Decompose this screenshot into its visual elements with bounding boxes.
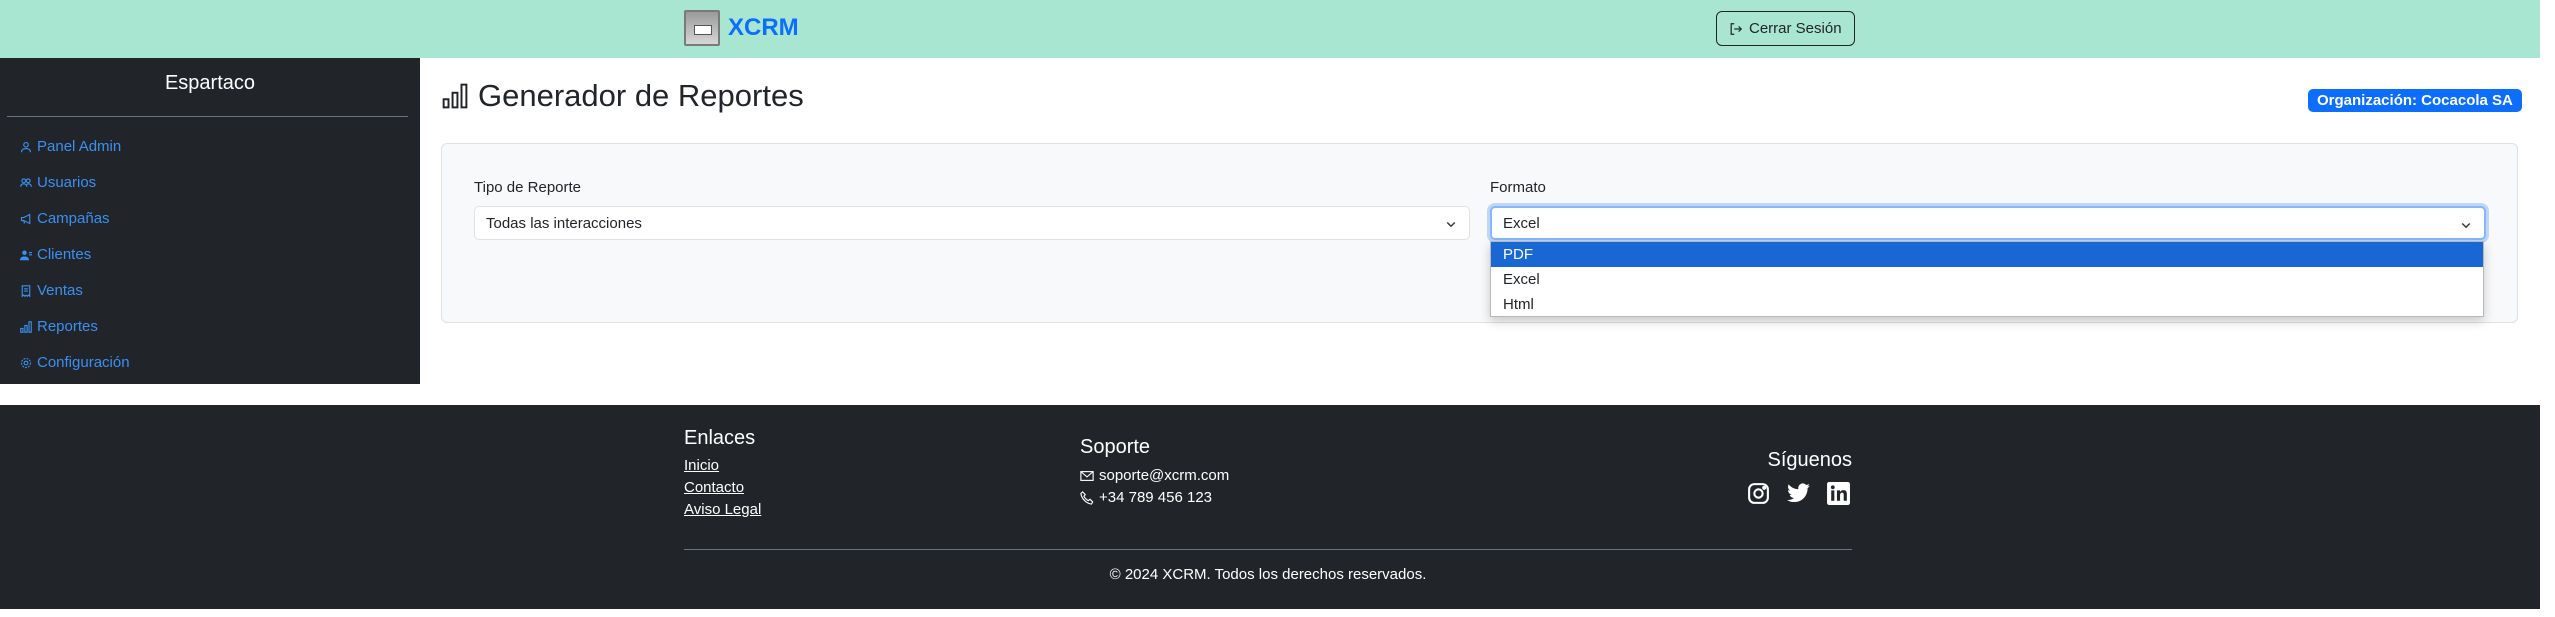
format-value: Excel [1503, 214, 1540, 232]
people-icon [20, 177, 32, 187]
brand-logo-icon [684, 10, 720, 46]
footer-link-inicio[interactable]: Inicio [684, 457, 719, 474]
footer-copyright: © 2024 XCRM. Todos los derechos reservad… [1109, 566, 1427, 583]
linkedin-icon[interactable] [1826, 481, 1851, 506]
footer-phone-text: +34 789 456 123 [1099, 489, 1213, 506]
sidebar-item-label: Panel Admin [37, 138, 122, 155]
megaphone-icon [20, 213, 31, 224]
footer-social-heading: Síguenos [1767, 449, 1852, 471]
page-header: Generador de Reportes [442, 78, 804, 114]
report-type-label: Tipo de Reporte [474, 179, 582, 196]
social-icons [1746, 481, 1851, 506]
footer-support-heading: Soporte [1080, 436, 1151, 458]
format-select[interactable]: Excel [1490, 206, 2486, 240]
sidebar-divider [7, 116, 408, 117]
sidebar-item-label: Reportes [37, 318, 98, 335]
bar-chart-icon [20, 320, 32, 333]
brand[interactable]: XCRM [684, 10, 799, 46]
sidebar-item-usuarios[interactable]: Usuarios [20, 174, 96, 191]
chevron-down-icon [2461, 222, 2471, 229]
page-title: Generador de Reportes [478, 78, 804, 113]
sidebar-item-label: Clientes [37, 246, 92, 263]
twitter-icon[interactable] [1786, 481, 1811, 506]
chevron-down-icon [1446, 221, 1456, 228]
sidebar-item-label: Usuarios [37, 174, 97, 191]
organization-badge: Organización: Cocacola SA [2308, 89, 2522, 112]
logout-button[interactable]: Cerrar Sesión [1716, 11, 1855, 46]
format-option-html[interactable]: Html [1491, 292, 2483, 317]
sidebar-item-campanas[interactable]: Campañas [20, 210, 110, 227]
brand-name: XCRM [728, 14, 799, 41]
gear-icon [20, 357, 32, 368]
top-navbar: XCRM Cerrar Sesión [0, 0, 2540, 58]
logout-icon [1730, 22, 1743, 35]
footer-phone: +34 789 456 123 [1080, 489, 1212, 506]
footer-link-aviso-legal[interactable]: Aviso Legal [684, 501, 761, 518]
sidebar-item-label: Ventas [37, 282, 83, 299]
sidebar-item-configuracion[interactable]: Configuración [20, 354, 130, 371]
format-option-excel[interactable]: Excel [1491, 267, 2483, 292]
envelope-icon [1080, 470, 1094, 481]
footer-divider [684, 549, 1852, 550]
instagram-icon[interactable] [1746, 481, 1771, 506]
sidebar-item-clientes[interactable]: Clientes [20, 246, 91, 263]
sidebar-item-panel-admin[interactable]: Panel Admin [20, 138, 121, 155]
page: XCRM Cerrar Sesión Espartaco Panel Admin… [0, 0, 2555, 617]
format-dropdown-list: PDF Excel Html [1490, 241, 2484, 317]
footer-email-text: soporte@xcrm.com [1099, 467, 1230, 484]
format-option-pdf[interactable]: PDF [1491, 242, 2483, 267]
format-label: Formato [1490, 179, 1546, 196]
footer: Enlaces Inicio Contacto Aviso Legal Sopo… [0, 405, 2540, 609]
footer-email: soporte@xcrm.com [1080, 467, 1229, 484]
footer-links-heading: Enlaces [684, 427, 756, 449]
sidebar-item-label: Campañas [37, 210, 110, 227]
receipt-icon [21, 284, 31, 297]
footer-link-contacto[interactable]: Contacto [684, 479, 744, 496]
person-icon [20, 141, 32, 152]
sidebar-item-label: Configuración [37, 354, 130, 371]
person-lines-icon [20, 250, 32, 260]
logout-label: Cerrar Sesión [1749, 20, 1842, 37]
bar-chart-icon [442, 83, 468, 109]
sidebar-user-name: Espartaco [164, 72, 256, 94]
report-type-value: Todas las interacciones [486, 214, 642, 232]
report-type-select[interactable]: Todas las interacciones [474, 206, 1470, 240]
phone-icon [1080, 490, 1094, 505]
sidebar-item-ventas[interactable]: Ventas [20, 282, 83, 299]
sidebar-item-reportes[interactable]: Reportes [20, 318, 98, 335]
sidebar: Espartaco Panel Admin Usuarios Campañas … [0, 58, 420, 384]
